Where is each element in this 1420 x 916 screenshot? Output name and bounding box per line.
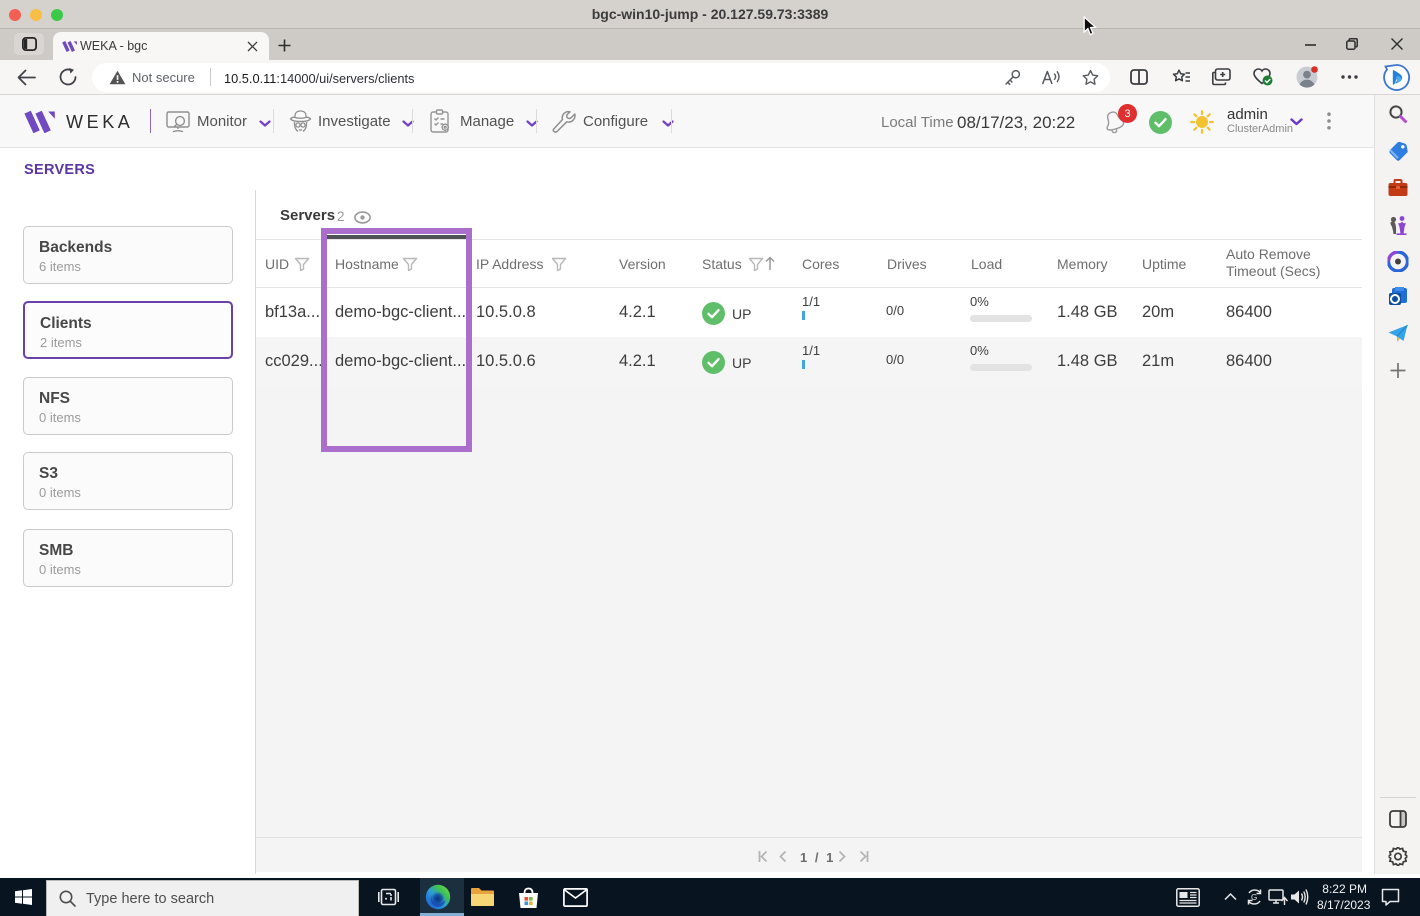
svg-text:G: G (1251, 893, 1257, 902)
